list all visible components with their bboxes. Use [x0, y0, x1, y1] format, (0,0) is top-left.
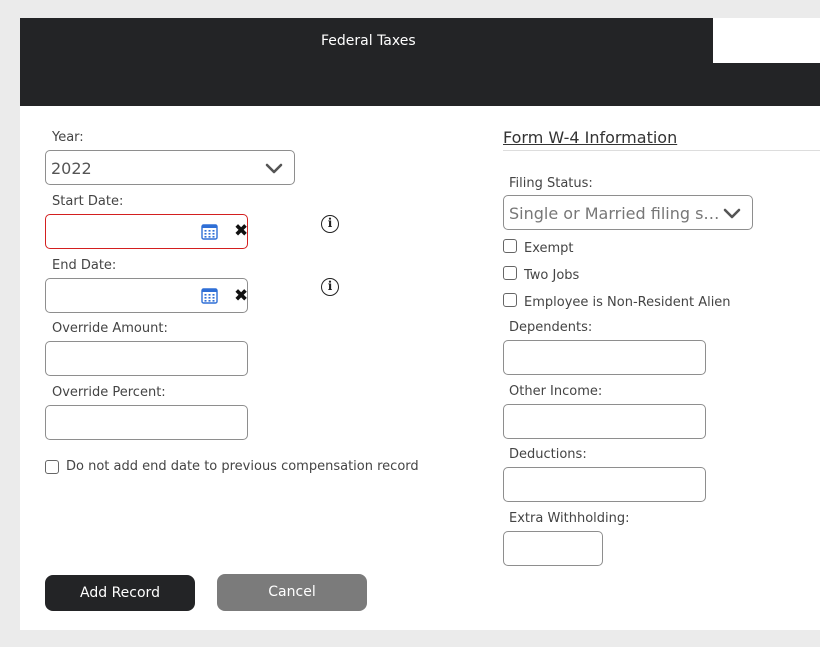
year-label: Year: — [52, 130, 84, 145]
no-end-date-checkbox[interactable] — [45, 460, 59, 474]
other-income-label: Other Income: — [509, 384, 603, 399]
extra-withholding-label: Extra Withholding: — [509, 511, 630, 526]
page-title: Federal Taxes — [321, 33, 416, 49]
dependents-label: Dependents: — [509, 320, 593, 335]
add-record-button[interactable]: Add Record — [45, 575, 195, 611]
w4-section-title: Form W-4 Information — [503, 128, 678, 147]
calendar-icon[interactable] — [201, 223, 218, 240]
two-jobs-checkbox[interactable] — [503, 266, 517, 280]
nonresident-label: Employee is Non-Resident Alien — [524, 295, 731, 310]
no-end-date-label: Do not add end date to previous compensa… — [66, 459, 419, 474]
exempt-checkbox[interactable] — [503, 239, 517, 253]
exempt-label: Exempt — [524, 241, 574, 256]
override-percent-input[interactable] — [45, 405, 248, 440]
header-blank-area — [713, 18, 820, 63]
calendar-icon[interactable] — [201, 287, 218, 304]
other-income-input[interactable] — [503, 404, 706, 439]
start-date-input[interactable]: ✖ — [45, 214, 248, 249]
deductions-input[interactable] — [503, 467, 706, 502]
section-divider — [503, 150, 820, 151]
info-icon[interactable]: i — [321, 278, 339, 296]
filing-status-select[interactable]: Single or Married filing s… — [503, 195, 753, 230]
filing-status-label: Filing Status: — [509, 176, 593, 191]
header-bar — [20, 18, 820, 106]
override-amount-input[interactable] — [45, 341, 248, 376]
clear-icon[interactable]: ✖ — [234, 223, 248, 240]
end-date-input[interactable]: ✖ — [45, 278, 248, 313]
override-amount-label: Override Amount: — [52, 321, 168, 336]
deductions-label: Deductions: — [509, 447, 587, 462]
filing-status-value: Single or Married filing s… — [509, 204, 720, 223]
chevron-down-icon — [265, 163, 283, 174]
start-date-label: Start Date: — [52, 194, 124, 209]
clear-icon[interactable]: ✖ — [234, 288, 248, 305]
nonresident-checkbox[interactable] — [503, 293, 517, 307]
override-percent-label: Override Percent: — [52, 385, 166, 400]
cancel-button[interactable]: Cancel — [217, 574, 367, 611]
dependents-input[interactable] — [503, 340, 706, 375]
end-date-label: End Date: — [52, 258, 117, 273]
info-icon[interactable]: i — [321, 215, 339, 233]
two-jobs-label: Two Jobs — [524, 268, 580, 283]
year-value: 2022 — [51, 159, 92, 178]
year-select[interactable]: 2022 — [45, 150, 295, 185]
chevron-down-icon — [723, 208, 741, 219]
extra-withholding-input[interactable] — [503, 531, 603, 566]
